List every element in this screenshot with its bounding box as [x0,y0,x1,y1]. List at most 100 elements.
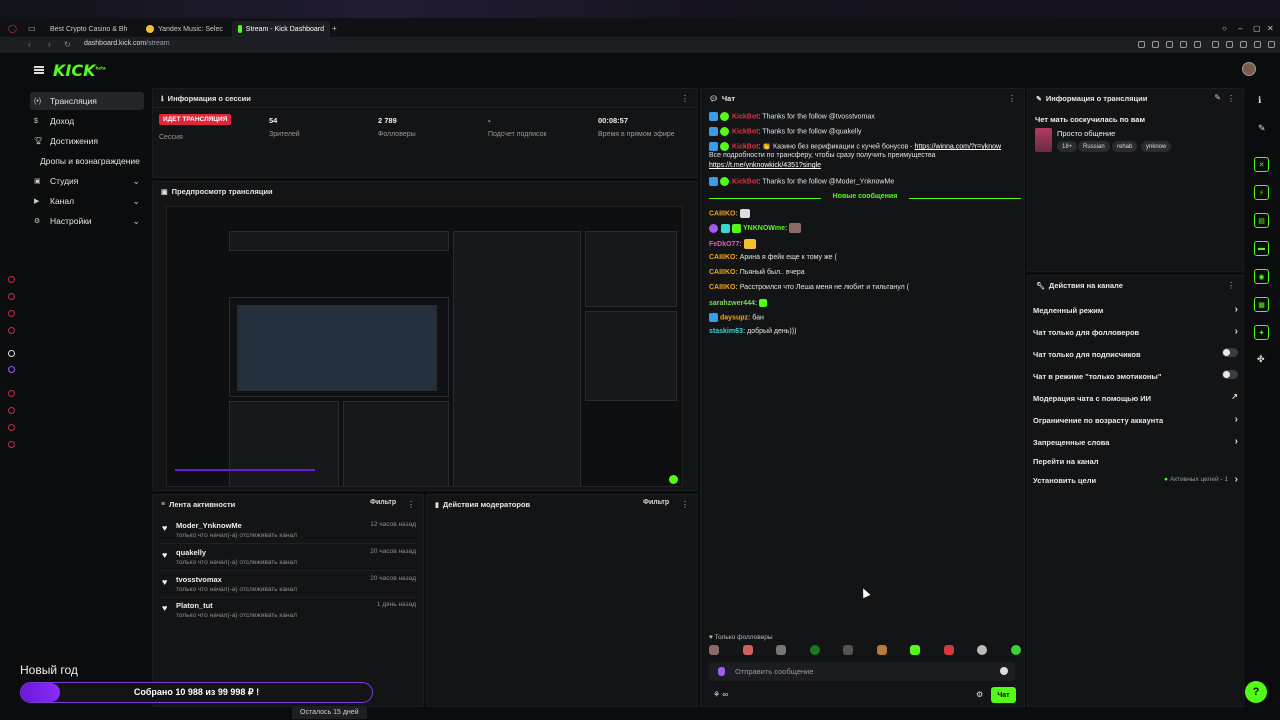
emote-icon[interactable] [977,645,988,655]
rail-broadcast-icon[interactable]: ◉ [1254,269,1269,284]
more-options-icon[interactable]: ⋮ [1227,94,1235,103]
set-goals-row[interactable]: Установить целиАктивных целей - 1› [1033,474,1240,485]
new-tab-icon[interactable]: + [332,24,337,33]
tab-kick-dashboard[interactable]: Stream - Kick Dashboard [232,21,330,37]
nav-item-studio[interactable]: ▣ Студия ⌄ [30,172,144,190]
sidebar-app-icon[interactable] [8,276,15,283]
back-icon[interactable]: ‹ [28,40,31,49]
followers-only-row[interactable]: Чат только для фолловеров › [1033,326,1240,337]
download-icon[interactable] [1166,41,1173,48]
go-to-channel-row[interactable]: Перейти на канал [1033,457,1240,466]
heart-icon[interactable] [1194,41,1201,48]
tag-badge[interactable]: 18+ [1057,141,1078,152]
rail-lightning-icon[interactable]: ⚡︎ [1254,185,1269,200]
rail-raid-icon[interactable]: ✕ [1254,157,1269,172]
emote-icon[interactable] [1010,645,1021,655]
tools-icon[interactable]: ⚘ [713,690,720,699]
url-field[interactable]: dashboard.kick.com/stream [84,40,170,47]
apps-icon[interactable]: ✤ [1257,354,1265,365]
send-chat-button[interactable]: Чат [991,687,1016,703]
nav-item-stream[interactable]: (•) Трансляция [30,92,144,110]
search-tabs-icon[interactable]: ○ [1222,24,1227,33]
emote-icon[interactable] [843,645,854,655]
edit-icon[interactable]: ✎ [1258,123,1266,134]
new-messages-divider[interactable]: Новые сообщения [709,193,1021,203]
bookmark-icon[interactable] [1138,41,1145,48]
extensions-icon[interactable] [1212,41,1219,48]
emote-icon[interactable] [776,645,787,655]
help-button[interactable]: ? [1245,681,1267,703]
edit-icon[interactable]: ✎ [1214,93,1221,102]
more-options-icon[interactable]: ⋮ [1008,94,1016,103]
stream-preview-video[interactable] [166,206,683,487]
emote-icon[interactable] [709,645,719,655]
nav-item-revenue[interactable]: $ Доход [30,112,144,130]
gear-icon[interactable]: ⚙ [976,690,983,699]
emote-icon[interactable] [876,645,887,655]
tag-badge[interactable]: Russian [1078,141,1110,152]
sidebar-app-icon[interactable] [8,350,15,357]
category-name[interactable]: Просто общение [1057,129,1115,138]
more-options-icon[interactable]: ⋮ [1227,281,1235,290]
info-icon[interactable]: ℹ [1258,95,1261,106]
infinity-icon[interactable]: ∞ [722,690,728,699]
emote-icon[interactable] [943,645,954,655]
more-options-icon[interactable]: ⋮ [407,500,415,509]
more-options-icon[interactable]: ⋮ [681,500,689,509]
mod-filter-button[interactable]: Фильтр [643,499,669,506]
chat-input[interactable]: Отправить сообщение [709,662,1015,681]
rail-chat-icon[interactable]: ▬ [1254,241,1269,256]
forward-icon[interactable]: › [48,40,51,49]
more-options-icon[interactable]: ⋮ [681,94,689,103]
workspace-icon[interactable]: ▭ [28,24,36,33]
kick-logo[interactable]: KICKbeta [53,61,106,80]
nav-item-channel[interactable]: ▶ Канал ⌄ [30,192,144,210]
minimize-icon[interactable]: – [1238,24,1242,33]
maximize-icon[interactable]: ▢ [1253,24,1261,33]
emote-icon[interactable] [742,645,753,655]
sidebar-app-icon[interactable] [8,293,15,300]
tag-badge[interactable]: rehab [1112,141,1138,152]
sidebar-twitch-icon[interactable] [8,366,15,373]
rail-document-icon[interactable]: ▤ [1254,213,1269,228]
slow-mode-row[interactable]: Медленный режим › [1033,304,1240,315]
emoji-picker-icon[interactable] [1000,667,1008,675]
category-thumbnail[interactable] [1035,128,1052,152]
account-age-row[interactable]: Ограничение по возрасту аккаунта › [1033,414,1240,425]
nav-item-drops[interactable]: Дропы и вознаграждение [30,152,150,170]
tab-yandex-music[interactable]: Yandex Music: Selec [140,21,232,37]
sidebar-app-icon[interactable] [8,390,15,397]
sidebar-app-icon[interactable] [8,310,15,317]
player-icon[interactable] [1180,41,1187,48]
rail-panel-icon[interactable]: ▦ [1254,297,1269,312]
opera-menu-icon[interactable]: ◯ [8,24,17,33]
chat-link[interactable]: https://winna.com/?r=yknow [915,143,1002,150]
banned-words-row[interactable]: Запрещенные слова › [1033,436,1240,447]
tab-crypto-casino[interactable]: Best Crypto Casino & Bh [40,21,132,37]
close-window-icon[interactable]: ✕ [1267,24,1274,33]
sidebar-app-icon[interactable] [8,327,15,334]
ai-moderation-row[interactable]: Модерация чата с помощью ИИ ↗ [1033,392,1240,403]
user-avatar[interactable] [1242,62,1256,76]
wallet-icon[interactable] [1226,41,1233,48]
browser-menu-icon[interactable] [1268,41,1275,48]
chat-link[interactable]: https://t.me/ynknowkick/4351?single [709,162,821,169]
nav-item-achievements[interactable]: 🏆︎ Достижения [30,132,144,150]
easy-setup-icon[interactable] [1254,41,1261,48]
emote-only-toggle[interactable] [1222,370,1238,379]
sidebar-app-icon[interactable] [8,407,15,414]
hamburger-menu-icon[interactable] [34,66,44,74]
rail-wrench-icon[interactable]: ✦ [1254,325,1269,340]
user-badge-icon[interactable] [718,667,725,676]
nav-item-settings[interactable]: ⚙ Настройки ⌄ [30,212,144,230]
sidebar-app-icon[interactable] [8,424,15,431]
sidebar-settings-icon[interactable] [8,441,15,448]
snapshot-icon[interactable] [1152,41,1159,48]
tag-badge[interactable]: ynknow [1141,141,1172,152]
emote-icon[interactable] [809,645,820,655]
emote-icon[interactable] [910,645,921,655]
profile-icon[interactable] [1240,41,1247,48]
subscribers-only-toggle[interactable] [1222,348,1238,357]
activity-filter-button[interactable]: Фильтр [370,499,396,506]
reload-icon[interactable]: ↻ [64,40,71,49]
